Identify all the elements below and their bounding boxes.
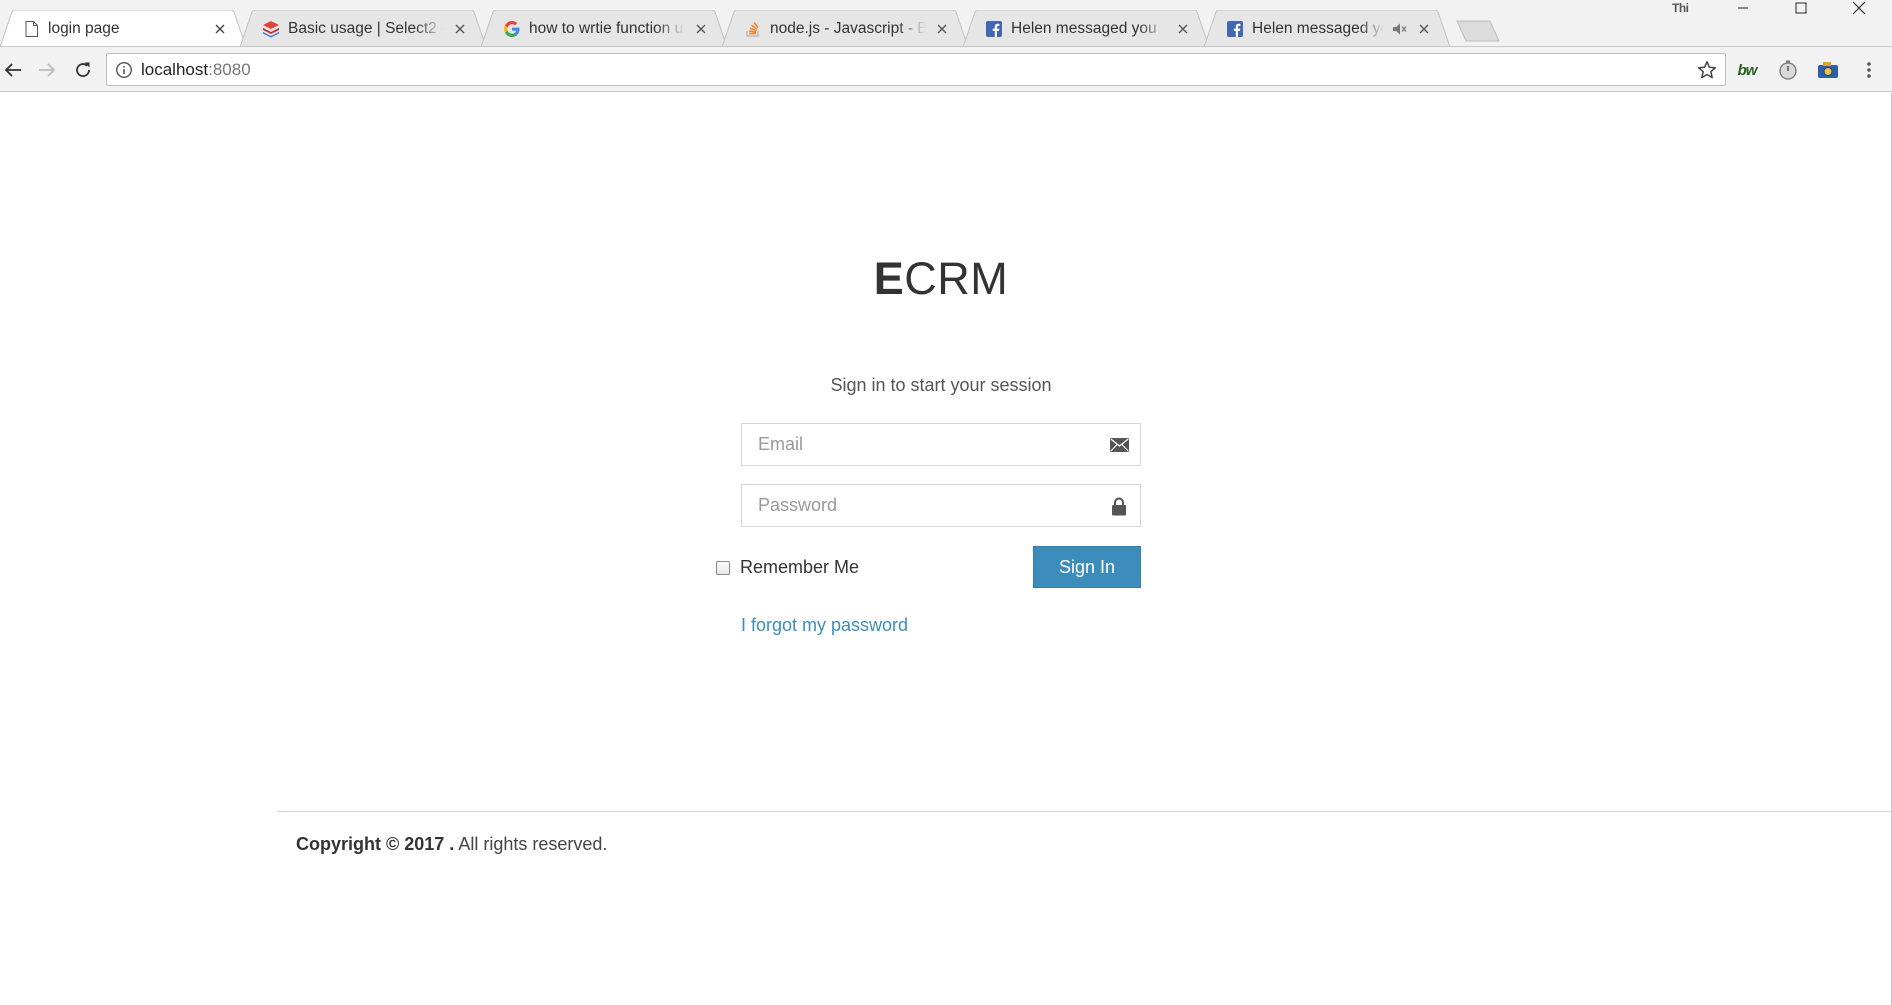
sign-in-button[interactable]: Sign In: [1033, 546, 1141, 588]
stackoverflow-icon: [744, 20, 762, 38]
speaker-muted-icon[interactable]: [1392, 21, 1408, 37]
tab-strip: login page Basic usage | Select2 - The: [0, 0, 1892, 47]
tab-title: Helen messaged you: [1011, 19, 1157, 37]
tab-title: login page: [48, 19, 120, 37]
menu-kebab-icon[interactable]: [1857, 58, 1881, 82]
timer-extension-icon[interactable]: [1776, 58, 1800, 82]
close-icon[interactable]: [693, 21, 709, 37]
tab-facebook-message-audio[interactable]: Helen messaged you: [1204, 10, 1450, 47]
tab-title: node.js - Javascript - Best: [770, 19, 926, 37]
tab-select2[interactable]: Basic usage | Select2 - The: [240, 10, 486, 47]
forward-icon[interactable]: [34, 57, 60, 83]
new-tab-button[interactable]: [1456, 20, 1500, 42]
logo-bold: E: [873, 253, 905, 304]
tab-title: Helen messaged you: [1252, 19, 1384, 37]
url-port: :8080: [208, 60, 251, 79]
envelope-icon: [1108, 434, 1130, 456]
bw-extension-icon[interactable]: bw: [1735, 58, 1759, 82]
info-icon[interactable]: [115, 61, 133, 79]
address-bar[interactable]: localhost:8080: [106, 53, 1726, 86]
facebook-icon: [1226, 20, 1244, 38]
reload-icon[interactable]: [70, 57, 96, 83]
footer-divider: [277, 811, 1891, 812]
email-input[interactable]: [742, 424, 1140, 465]
url-text[interactable]: localhost:8080: [141, 60, 251, 80]
maximize-icon[interactable]: [1772, 0, 1830, 16]
login-box-message: Sign in to start your session: [830, 375, 1052, 395]
remember-me-checkbox[interactable]: [716, 560, 730, 575]
page-content: ECRM Sign in to start your session Remem…: [0, 93, 1892, 1005]
window-close-icon[interactable]: [1830, 0, 1888, 16]
url-host: localhost: [141, 60, 209, 79]
close-icon[interactable]: [212, 21, 228, 37]
close-icon[interactable]: [452, 21, 468, 37]
password-input[interactable]: [742, 485, 1140, 526]
minimize-icon[interactable]: [1714, 0, 1772, 16]
email-field[interactable]: [741, 423, 1141, 466]
page-icon: [22, 20, 40, 38]
close-icon[interactable]: [1175, 21, 1191, 37]
password-field[interactable]: [741, 484, 1141, 527]
lock-icon: [1108, 495, 1130, 517]
tab-google-search[interactable]: how to wrtie function util: [481, 10, 727, 47]
profile-name[interactable]: Thi: [1672, 1, 1689, 15]
bookmark-star-icon[interactable]: [1697, 60, 1717, 80]
footer: Copyright © 2017 . All rights reserved.: [296, 834, 607, 855]
tab-title: Basic usage | Select2 - The: [288, 19, 444, 37]
facebook-icon: [985, 20, 1003, 38]
camera-extension-icon[interactable]: [1816, 58, 1840, 82]
tab-login-page[interactable]: login page: [0, 10, 246, 47]
logo-rest: CRM: [904, 253, 1009, 304]
forgot-password-link[interactable]: I forgot my password: [741, 615, 908, 636]
close-icon[interactable]: [1416, 21, 1432, 37]
footer-copyright: Copyright © 2017 .: [296, 834, 455, 854]
tab-title: how to wrtie function util: [529, 19, 685, 37]
tab-facebook-message[interactable]: Helen messaged you: [963, 10, 1209, 47]
app-logo[interactable]: ECRM: [0, 253, 1882, 305]
remember-me[interactable]: Remember Me: [716, 557, 859, 578]
select2-icon: [262, 20, 280, 38]
remember-me-label[interactable]: Remember Me: [740, 557, 859, 578]
google-icon: [503, 20, 521, 38]
browser-toolbar: localhost:8080 bw: [0, 47, 1892, 92]
bw-extension-label: bw: [1737, 61, 1758, 79]
tab-stackoverflow[interactable]: node.js - Javascript - Best: [722, 10, 968, 47]
back-icon[interactable]: [0, 57, 26, 83]
footer-rights: All rights reserved.: [454, 834, 608, 854]
close-icon[interactable]: [934, 21, 950, 37]
